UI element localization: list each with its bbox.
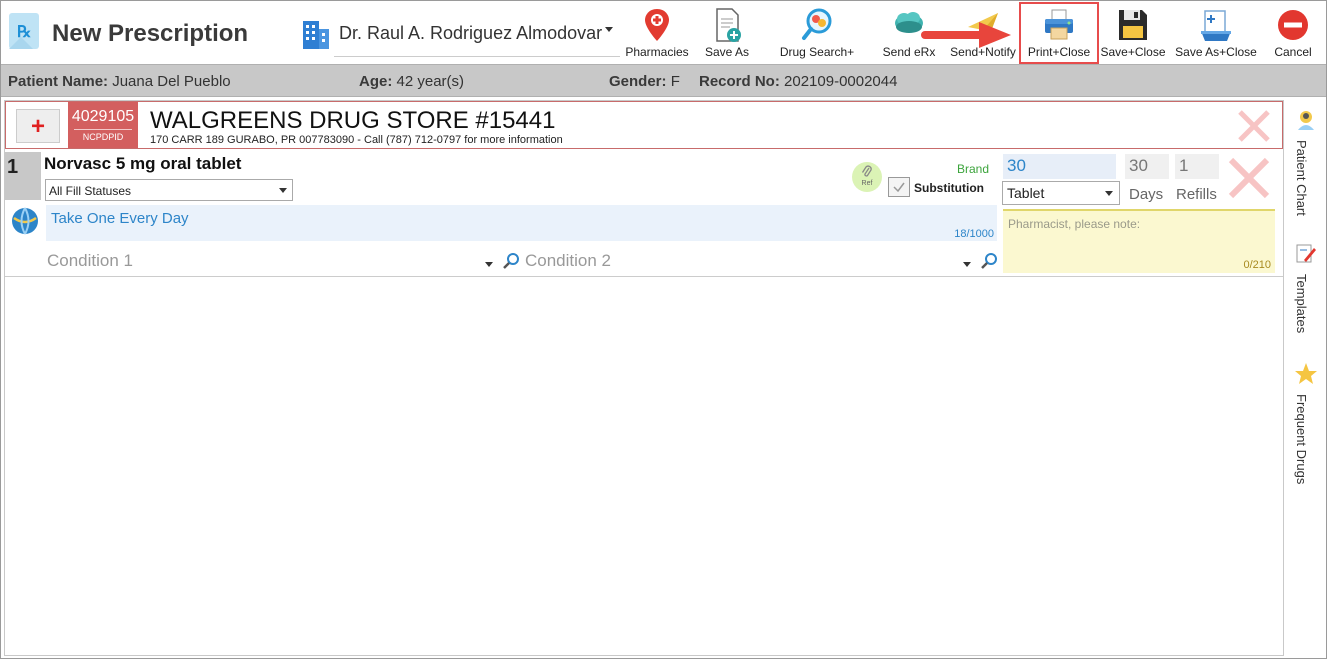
cancel-button[interactable]: Cancel xyxy=(1263,3,1323,61)
pharmacy-name: WALGREENS DRUG STORE #15441 xyxy=(150,107,556,134)
ncpdp-badge: 4029105 NCPDPID xyxy=(68,102,138,148)
ncpdp-id: 4029105 xyxy=(71,108,135,125)
paperclip-icon xyxy=(861,165,872,177)
header-bar: ℞ New Prescription Dr. Raul A. Rodriguez… xyxy=(1,1,1326,64)
pharmacy-icon: + xyxy=(16,109,60,143)
remove-drug-icon[interactable] xyxy=(1227,156,1271,200)
patient-record: Record No: 202109-0002044 xyxy=(699,73,898,90)
search-icon[interactable] xyxy=(980,252,998,270)
sig-text: Take One Every Day xyxy=(51,210,189,227)
document-add-icon xyxy=(716,8,741,42)
side-panel: Patient Chart Templates Frequent Drugs xyxy=(1286,100,1326,656)
chevron-down-icon xyxy=(1105,191,1113,196)
side-patient-chart[interactable]: Patient Chart xyxy=(1286,108,1326,228)
condition-1-placeholder: Condition 1 xyxy=(47,251,134,270)
reference-button[interactable]: Ref xyxy=(852,162,882,192)
pharmacy-card: + 4029105 NCPDPID WALGREENS DRUG STORE #… xyxy=(5,101,1283,149)
line-divider xyxy=(5,276,1283,277)
globe-icon[interactable] xyxy=(10,206,40,236)
chevron-down-icon[interactable] xyxy=(485,262,493,267)
save-as-button[interactable]: Save As xyxy=(697,3,757,61)
unit-select[interactable]: Tablet xyxy=(1002,181,1120,205)
ref-label: Ref xyxy=(861,180,873,187)
svg-text:℞: ℞ xyxy=(17,24,31,41)
templates-label: Templates xyxy=(1294,274,1309,334)
chevron-down-icon xyxy=(279,188,287,193)
ncpdp-label: NCPDPID xyxy=(82,132,124,142)
star-icon xyxy=(1295,363,1317,384)
side-frequent-drugs[interactable]: Frequent Drugs xyxy=(1286,362,1326,502)
patient-chart-icon xyxy=(1298,111,1314,130)
line-number: 1 xyxy=(5,152,41,200)
save-as-label: Save As xyxy=(704,45,750,59)
doctor-select[interactable]: Dr. Raul A. Rodriguez Almodovar xyxy=(334,15,620,57)
floppy-disk-icon xyxy=(1119,10,1147,40)
red-arrow-annotation xyxy=(921,22,1011,48)
sig-char-count: 18/1000 xyxy=(954,228,994,240)
page-title: New Prescription xyxy=(52,20,249,47)
condition-2-field[interactable]: Condition 2 xyxy=(525,251,997,275)
patient-chart-label: Patient Chart xyxy=(1294,140,1309,216)
brand-label: Brand xyxy=(957,162,990,176)
days-label: Days xyxy=(1129,186,1164,203)
save-close-button[interactable]: Save+Close xyxy=(1099,3,1167,61)
patient-gender: Gender: F xyxy=(609,73,680,90)
days-input[interactable]: 30 xyxy=(1125,154,1169,179)
highlight-box xyxy=(1019,2,1099,64)
pharmacies-label: Pharmacies xyxy=(625,45,689,59)
patient-age: Age: 42 year(s) xyxy=(359,73,465,90)
prescription-logo-icon: ℞ xyxy=(9,13,39,49)
prescription-window: ℞ New Prescription Dr. Raul A. Rodriguez… xyxy=(0,0,1327,659)
save-as-close-button[interactable]: Save As+Close xyxy=(1173,3,1259,61)
fill-status-value: All Fill Statuses xyxy=(49,184,132,198)
magnifier-pills-icon xyxy=(802,8,832,40)
checkmark-icon xyxy=(893,182,905,193)
refills-label: Refills xyxy=(1176,186,1217,203)
fill-status-select[interactable]: All Fill Statuses xyxy=(45,179,293,201)
prescription-content: + 4029105 NCPDPID WALGREENS DRUG STORE #… xyxy=(4,100,1284,656)
side-templates[interactable]: Templates xyxy=(1286,242,1326,352)
patient-name: Patient Name: Juana Del Pueblo xyxy=(8,73,231,90)
pharmacy-address: 170 CARR 189 GURABO, PR 007783090 - Call… xyxy=(150,134,563,146)
unit-value: Tablet xyxy=(1007,185,1045,201)
sig-input[interactable]: Take One Every Day 18/1000 xyxy=(46,205,997,241)
remove-pharmacy-icon[interactable] xyxy=(1236,108,1272,144)
refills-input[interactable]: 1 xyxy=(1175,154,1219,179)
patient-info-bar: Patient Name: Juana Del Pueblo Age: 42 y… xyxy=(1,64,1326,97)
map-pin-icon xyxy=(645,9,669,41)
drug-name: Norvasc 5 mg oral tablet xyxy=(44,154,242,173)
save-close-label: Save+Close xyxy=(1100,45,1166,59)
cancel-label: Cancel xyxy=(1274,45,1312,59)
drug-search-label: Drug Search+ xyxy=(779,45,855,59)
search-icon[interactable] xyxy=(502,252,520,270)
clipboard-add-icon xyxy=(1201,10,1231,41)
substitution-label: Substitution xyxy=(914,181,984,195)
save-as-close-label: Save As+Close xyxy=(1175,45,1257,59)
cancel-icon xyxy=(1278,10,1308,40)
quantity-input[interactable]: 30 xyxy=(1003,154,1116,179)
substitution-checkbox[interactable] xyxy=(888,177,910,197)
chevron-down-icon xyxy=(605,27,613,32)
drug-search-button[interactable]: Drug Search+ xyxy=(775,3,859,61)
medical-cross-icon: + xyxy=(31,113,46,140)
note-char-count: 0/210 xyxy=(1243,259,1271,271)
pharmacies-button[interactable]: Pharmacies xyxy=(623,3,691,61)
ncpdp-divider xyxy=(74,129,132,130)
doctor-name: Dr. Raul A. Rodriguez Almodovar xyxy=(339,23,603,43)
frequent-drugs-label: Frequent Drugs xyxy=(1294,394,1309,485)
pharmacist-note-input[interactable]: Pharmacist, please note: 0/210 xyxy=(1003,209,1275,273)
templates-icon xyxy=(1296,244,1316,263)
building-icon xyxy=(303,21,329,49)
condition-2-placeholder: Condition 2 xyxy=(525,251,612,270)
note-placeholder: Pharmacist, please note: xyxy=(1008,217,1141,231)
chevron-down-icon[interactable] xyxy=(963,262,971,267)
condition-1-field[interactable]: Condition 1 xyxy=(47,251,519,275)
